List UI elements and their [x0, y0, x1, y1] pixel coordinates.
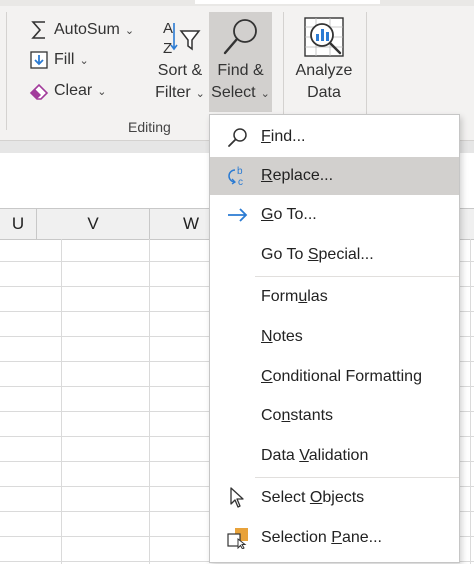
gridline: [149, 239, 150, 564]
tab-highlight: [195, 0, 380, 4]
menu-item-conditional-formatting[interactable]: Conditional Formatting: [210, 358, 459, 396]
column-header-u[interactable]: U: [0, 209, 37, 239]
group-separator: [366, 12, 367, 130]
sort-filter-label-2: Filter ⌄: [155, 84, 205, 101]
pointer-icon: [226, 487, 250, 509]
gridline: [61, 239, 62, 564]
arrow-right-icon: [226, 204, 250, 226]
find-select-label-1: Find &: [217, 62, 264, 79]
menu-item-label: Replace...: [261, 167, 334, 184]
menu-item-constants[interactable]: Constants: [210, 397, 459, 435]
find-select-label-2: Select ⌄: [211, 84, 270, 101]
analyze-data-button[interactable]: Analyze Data: [292, 14, 356, 104]
menu-separator: [255, 276, 459, 277]
menu-item-label: Constants: [261, 407, 334, 424]
svg-text:A: A: [163, 20, 173, 37]
replace-icon: bc: [226, 165, 250, 188]
analyze-label-1: Analyze: [295, 62, 353, 79]
analyze-data-icon: [292, 14, 356, 60]
search-icon: [226, 126, 250, 148]
chevron-down-icon: ⌄: [97, 85, 107, 98]
menu-item-label: Formulas: [261, 288, 328, 305]
menu-separator: [255, 477, 459, 478]
sigma-icon: [28, 19, 50, 41]
find-select-button[interactable]: Find & Select ⌄: [209, 14, 272, 105]
autosum-label: AutoSum: [54, 21, 120, 38]
menu-item-go-to[interactable]: Go To...: [210, 196, 459, 234]
fill-label: Fill: [54, 51, 75, 68]
menu-item-label: Conditional Formatting: [261, 368, 422, 385]
clear-button[interactable]: Clear ⌄: [28, 79, 106, 103]
menu-item-go-to-special[interactable]: Go To Special...: [210, 236, 459, 274]
group-separator: [6, 12, 7, 130]
menu-item-label: Go To Special...: [261, 246, 374, 263]
sort-filter-label-1: Sort &: [157, 62, 203, 79]
menu-item-formulas[interactable]: Formulas: [210, 278, 459, 316]
clear-label: Clear: [54, 82, 93, 99]
svg-text:Z: Z: [163, 40, 172, 57]
menu-item-data-validation[interactable]: Data Validation: [210, 437, 459, 475]
chevron-down-icon: ⌄: [79, 54, 89, 67]
fill-button[interactable]: Fill ⌄: [28, 48, 89, 72]
menu-item-selection-pane[interactable]: Selection Pane...: [210, 519, 459, 557]
menu-item-select-objects[interactable]: Select Objects: [210, 479, 459, 517]
menu-item-label: Find...: [261, 128, 306, 145]
autosum-button[interactable]: AutoSum ⌄: [28, 18, 134, 42]
menu-item-label: Selection Pane...: [261, 529, 382, 546]
fill-down-icon: [28, 49, 50, 71]
eraser-icon: [28, 80, 50, 102]
sort-filter-button[interactable]: A Z Sort & Filter ⌄: [152, 14, 208, 105]
menu-item-label: Select Objects: [261, 489, 365, 506]
gridline: [470, 239, 471, 564]
svg-text:b: b: [237, 166, 243, 177]
analyze-label-2: Data: [307, 84, 341, 101]
group-separator: [283, 12, 284, 130]
menu-item-replace[interactable]: bc Replace...: [210, 157, 459, 195]
column-header-v[interactable]: V: [37, 209, 150, 239]
menu-item-label: Notes: [261, 328, 303, 345]
find-select-menu: Find... bc Replace... Go To... Go To Spe…: [209, 114, 460, 563]
chevron-down-icon: ⌄: [124, 24, 135, 37]
svg-text:c: c: [238, 177, 243, 187]
menu-item-notes[interactable]: Notes: [210, 318, 459, 356]
magnifier-icon: [209, 14, 272, 60]
menu-item-find[interactable]: Find...: [210, 118, 459, 156]
editing-group-label: Editing: [128, 119, 171, 135]
sort-filter-icon: A Z: [152, 14, 208, 60]
menu-item-label: Go To...: [261, 206, 317, 223]
menu-item-label: Data Validation: [261, 447, 369, 464]
selection-pane-icon: [226, 527, 250, 550]
